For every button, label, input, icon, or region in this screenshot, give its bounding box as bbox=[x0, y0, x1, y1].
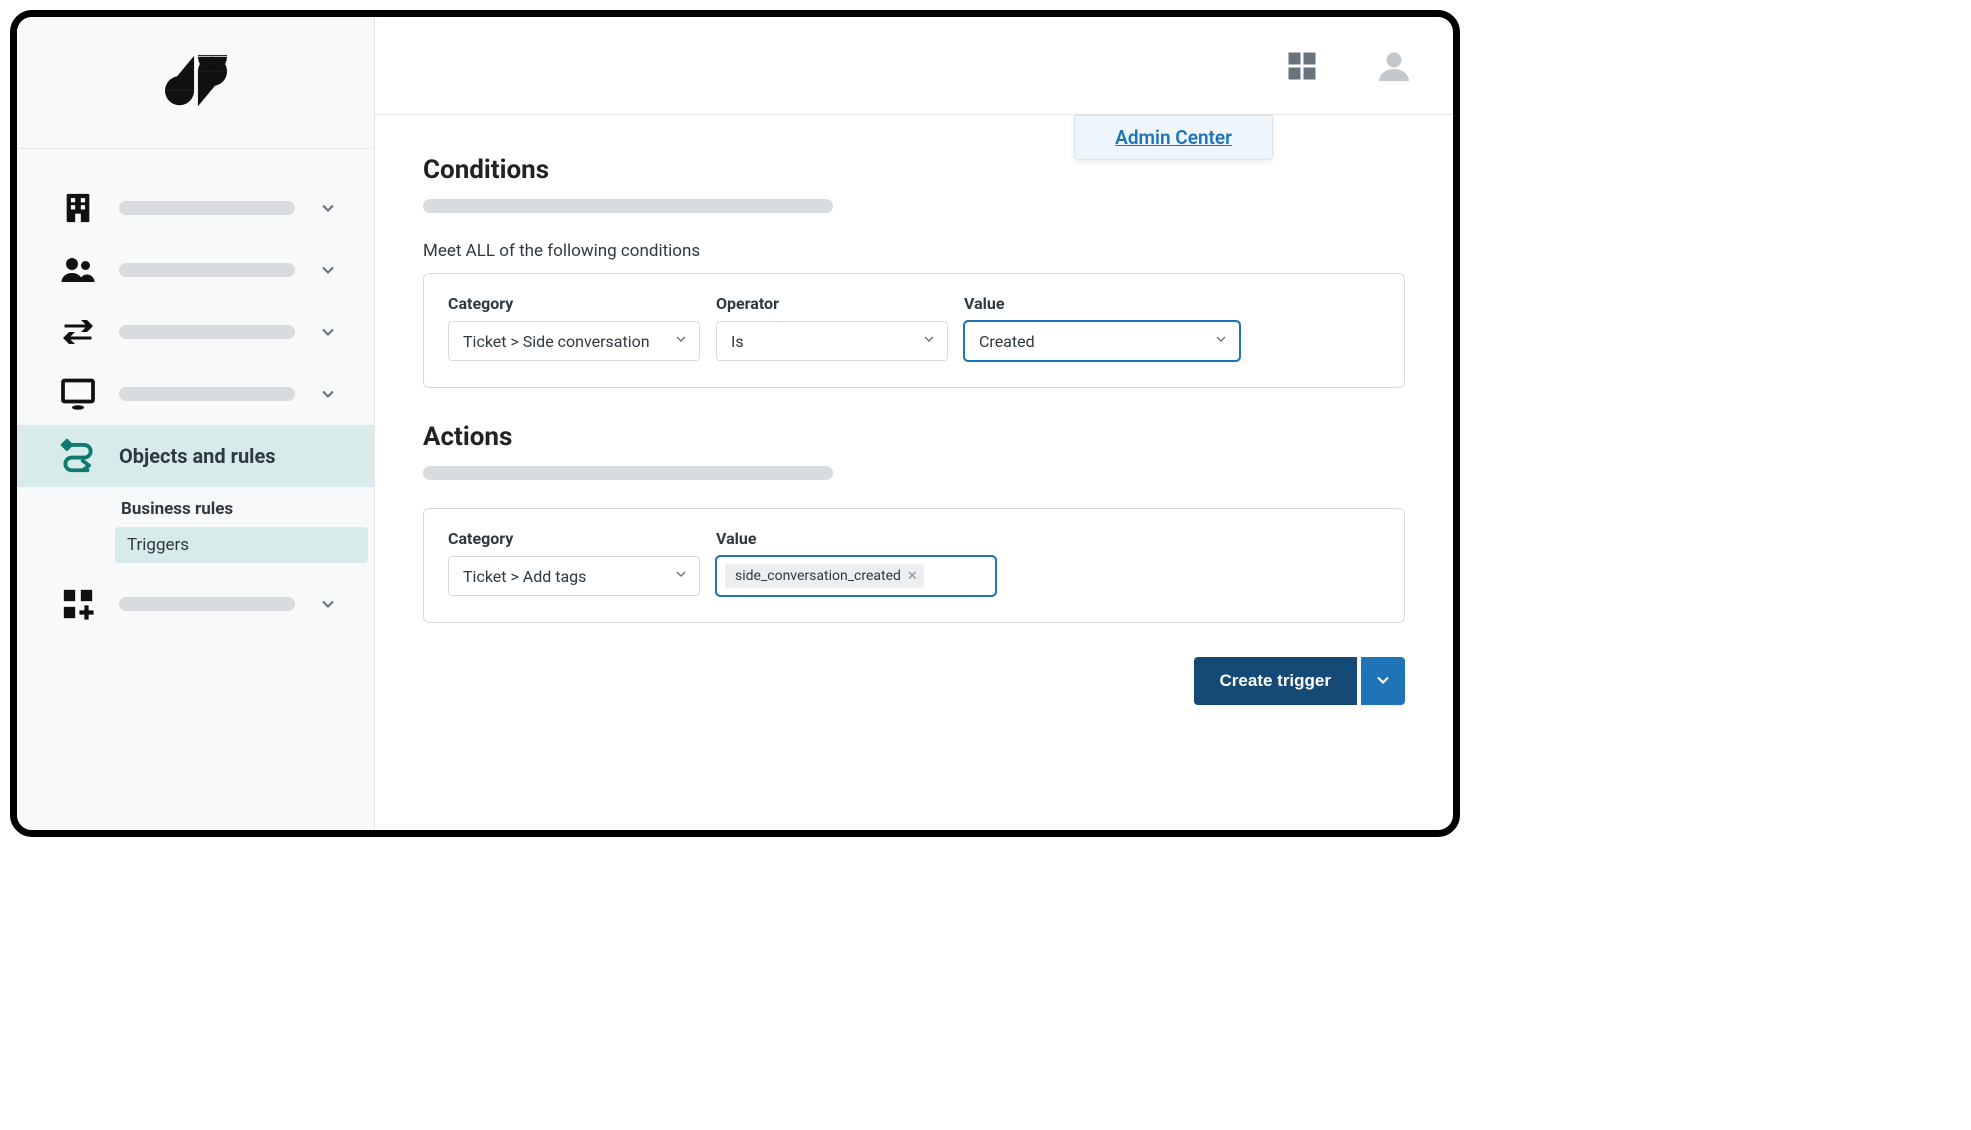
sidebar-item-people[interactable] bbox=[17, 239, 374, 301]
actions-panel: Category Ticket > Add tags Value side_co… bbox=[423, 508, 1405, 623]
admin-center-link[interactable]: Admin Center bbox=[1115, 126, 1232, 149]
conditions-panel: Category Ticket > Side conversation Oper… bbox=[423, 273, 1405, 388]
sidebar-item-objects-rules[interactable]: Objects and rules bbox=[17, 425, 374, 487]
chevron-down-icon bbox=[921, 331, 937, 351]
condition-value-select[interactable]: Created bbox=[964, 321, 1240, 361]
action-value-field: Value side_conversation_created ✕ bbox=[716, 529, 996, 596]
footer-actions: Create trigger bbox=[423, 657, 1405, 705]
action-row: Category Ticket > Add tags Value side_co… bbox=[448, 529, 1380, 596]
action-category-select[interactable]: Ticket > Add tags bbox=[448, 556, 700, 596]
chevron-down-icon bbox=[673, 331, 689, 351]
condition-category-field: Category Ticket > Side conversation bbox=[448, 294, 700, 361]
building-icon bbox=[59, 189, 97, 227]
condition-row: Category Ticket > Side conversation Oper… bbox=[448, 294, 1380, 361]
zendesk-logo-icon bbox=[165, 55, 227, 111]
sidebar-item-account[interactable] bbox=[17, 177, 374, 239]
nav-placeholder bbox=[119, 201, 295, 215]
select-value: Ticket > Add tags bbox=[463, 567, 586, 586]
chevron-down-icon bbox=[317, 383, 339, 405]
main: Admin Center Conditions Meet ALL of the … bbox=[375, 17, 1453, 830]
field-label-value: Value bbox=[964, 294, 1240, 313]
field-label-value: Value bbox=[716, 529, 996, 548]
nav-placeholder bbox=[119, 325, 295, 339]
sidebar: Objects and rules Business rules Trigger… bbox=[17, 17, 375, 830]
conditions-desc-placeholder bbox=[423, 199, 833, 213]
field-label-category: Category bbox=[448, 294, 700, 313]
sidebar-item-workspaces[interactable] bbox=[17, 363, 374, 425]
tag-text: side_conversation_created bbox=[735, 568, 901, 584]
action-category-field: Category Ticket > Add tags bbox=[448, 529, 700, 596]
topbar bbox=[375, 17, 1453, 115]
flow-icon bbox=[59, 437, 97, 475]
sidebar-item-apps[interactable] bbox=[17, 573, 374, 635]
chevron-down-icon bbox=[673, 566, 689, 586]
monitor-icon bbox=[59, 375, 97, 413]
condition-operator-select[interactable]: Is bbox=[716, 321, 948, 361]
remove-tag-icon[interactable]: ✕ bbox=[907, 569, 918, 584]
subnav-business-rules[interactable]: Business rules bbox=[17, 491, 374, 527]
admin-center-badge[interactable]: Admin Center bbox=[1074, 115, 1273, 160]
apps-add-icon bbox=[59, 585, 97, 623]
subnav-triggers[interactable]: Triggers bbox=[115, 527, 368, 563]
nav-placeholder bbox=[119, 387, 295, 401]
chevron-down-icon bbox=[1213, 331, 1229, 351]
actions-desc-placeholder bbox=[423, 466, 833, 480]
create-trigger-dropdown-button[interactable] bbox=[1361, 657, 1405, 705]
chevron-down-icon bbox=[317, 593, 339, 615]
tag-chip: side_conversation_created ✕ bbox=[725, 564, 924, 588]
subnav-objects-rules: Business rules Triggers bbox=[17, 487, 374, 573]
condition-operator-field: Operator Is bbox=[716, 294, 948, 361]
condition-value-field: Value Created bbox=[964, 294, 1240, 361]
action-tags-input[interactable]: side_conversation_created ✕ bbox=[716, 556, 996, 596]
sidebar-item-channels[interactable] bbox=[17, 301, 374, 363]
people-icon bbox=[59, 251, 97, 289]
logo-area bbox=[17, 17, 374, 149]
sidebar-item-label: Objects and rules bbox=[119, 444, 354, 468]
field-label-operator: Operator bbox=[716, 294, 948, 313]
nav-placeholder bbox=[119, 597, 295, 611]
chevron-down-icon bbox=[317, 197, 339, 219]
nav-placeholder bbox=[119, 263, 295, 277]
select-value: Is bbox=[731, 332, 744, 351]
actions-title: Actions bbox=[423, 422, 1405, 452]
content: Conditions Meet ALL of the following con… bbox=[375, 115, 1453, 745]
conditions-meet-all-label: Meet ALL of the following conditions bbox=[423, 241, 1405, 261]
chevron-down-icon bbox=[317, 321, 339, 343]
create-trigger-button[interactable]: Create trigger bbox=[1194, 657, 1357, 705]
select-value: Created bbox=[979, 332, 1035, 351]
chevron-down-icon bbox=[317, 259, 339, 281]
field-label-category: Category bbox=[448, 529, 700, 548]
select-value: Ticket > Side conversation bbox=[463, 332, 650, 351]
nav: Objects and rules Business rules Trigger… bbox=[17, 149, 374, 635]
condition-category-select[interactable]: Ticket > Side conversation bbox=[448, 321, 700, 361]
user-avatar-icon[interactable] bbox=[1375, 47, 1413, 85]
apps-grid-icon[interactable] bbox=[1283, 47, 1321, 85]
chevron-down-icon bbox=[1373, 670, 1393, 693]
arrows-icon bbox=[59, 313, 97, 351]
